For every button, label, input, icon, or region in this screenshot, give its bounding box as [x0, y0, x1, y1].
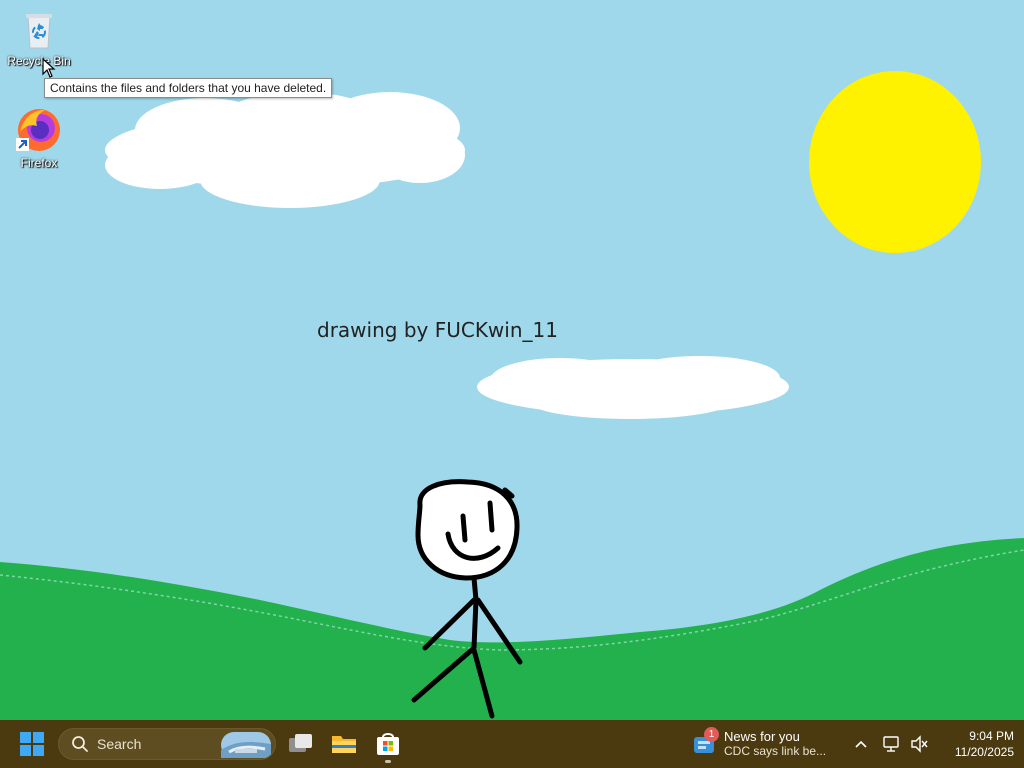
firefox-icon — [16, 109, 60, 151]
clock-date: 11/20/2025 — [954, 745, 1014, 759]
sun — [809, 71, 981, 253]
store-icon — [377, 733, 399, 755]
folder-icon — [332, 736, 356, 753]
file-explorer-button[interactable] — [324, 724, 364, 764]
wallpaper-drawing — [0, 0, 1024, 720]
windows-logo-icon — [20, 732, 44, 756]
recycle-bin-icon — [26, 14, 52, 49]
volume-muted-icon — [911, 735, 928, 753]
recycle-bin-tooltip: Contains the files and folders that you … — [44, 78, 333, 98]
desktop-icon-label: Firefox — [20, 156, 58, 170]
search-box[interactable]: Search — [58, 728, 276, 760]
news-subtitle: CDC says link be... — [724, 744, 827, 758]
search-highlight-icon — [221, 732, 271, 758]
news-widget[interactable]: 1 News for you CDC says link be... — [692, 724, 842, 764]
task-view-icon — [289, 734, 312, 752]
task-view-button[interactable] — [281, 724, 321, 764]
desktop-icon-firefox[interactable]: Firefox — [1, 106, 77, 170]
news-badge: 1 — [704, 727, 719, 742]
wallpaper-credit-text: drawing by FUCKwin_11 — [317, 318, 558, 342]
search-icon — [72, 736, 88, 752]
desktop-icon-recycle-bin[interactable]: Recycle Bin — [1, 8, 77, 68]
desktop: Recycle Bin Firefox Contains the files a… — [0, 0, 1024, 720]
clock[interactable]: 9:04 PM 11/20/2025 — [938, 728, 1014, 760]
search-placeholder: Search — [97, 736, 142, 752]
volume-button[interactable] — [904, 724, 936, 764]
microsoft-store-button[interactable] — [368, 724, 408, 764]
news-title: News for you — [724, 729, 800, 744]
start-button[interactable] — [12, 724, 52, 764]
desktop-icon-label: Recycle Bin — [7, 54, 71, 68]
clock-time: 9:04 PM — [969, 729, 1014, 743]
show-hidden-icons-button[interactable] — [843, 724, 879, 764]
taskbar: Search 1 News for you CDC says link be..… — [0, 720, 1024, 768]
network-icon — [883, 736, 899, 752]
mouse-cursor-icon — [42, 58, 56, 78]
chevron-up-icon — [855, 740, 867, 748]
